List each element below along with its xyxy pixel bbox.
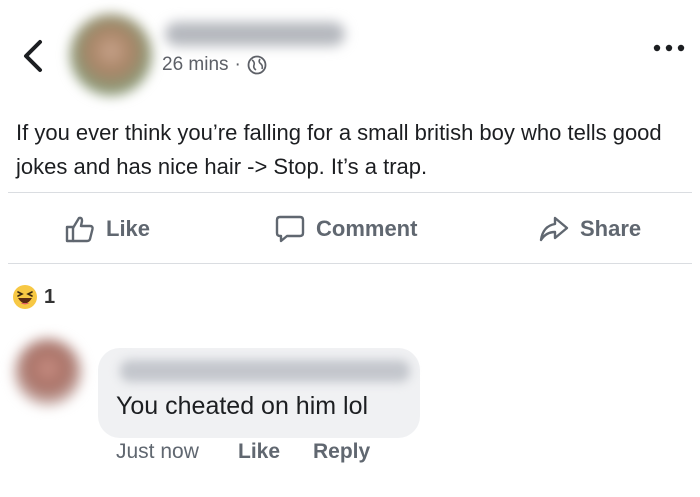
more-options-icon[interactable] xyxy=(650,40,688,56)
commenter-avatar[interactable] xyxy=(14,338,82,406)
comment-label: Comment xyxy=(316,216,418,241)
back-arrow-icon[interactable] xyxy=(18,36,48,76)
post-timestamp: 26 mins xyxy=(162,54,229,75)
globe-icon xyxy=(247,55,267,75)
comment-button[interactable]: Comment xyxy=(274,209,417,249)
reaction-summary[interactable]: 1 xyxy=(12,284,55,310)
comment-time: Just now xyxy=(116,440,199,463)
divider-bottom xyxy=(8,263,692,264)
post-meta: 26 mins · xyxy=(162,54,267,76)
thumbs-up-icon xyxy=(65,216,94,243)
like-button[interactable]: Like xyxy=(64,209,150,249)
share-label: Share xyxy=(580,216,642,241)
commenter-name-blurred[interactable] xyxy=(120,360,410,382)
post-text: If you ever think you’re falling for a s… xyxy=(16,120,662,179)
poster-avatar[interactable] xyxy=(70,14,152,96)
meta-separator: · xyxy=(234,54,241,75)
comment-text: You cheated on him lol xyxy=(116,392,369,420)
poster-name-blurred[interactable] xyxy=(165,22,345,46)
laugh-emoji-icon xyxy=(13,285,37,309)
divider-top xyxy=(8,192,692,193)
like-label: Like xyxy=(106,216,151,241)
comment-icon xyxy=(275,215,305,243)
share-button[interactable]: Share xyxy=(538,209,641,249)
comment-reply-button[interactable]: Reply xyxy=(313,440,370,464)
share-icon xyxy=(539,216,569,242)
reaction-count: 1 xyxy=(44,285,56,308)
comment-like-button[interactable]: Like xyxy=(238,440,280,464)
